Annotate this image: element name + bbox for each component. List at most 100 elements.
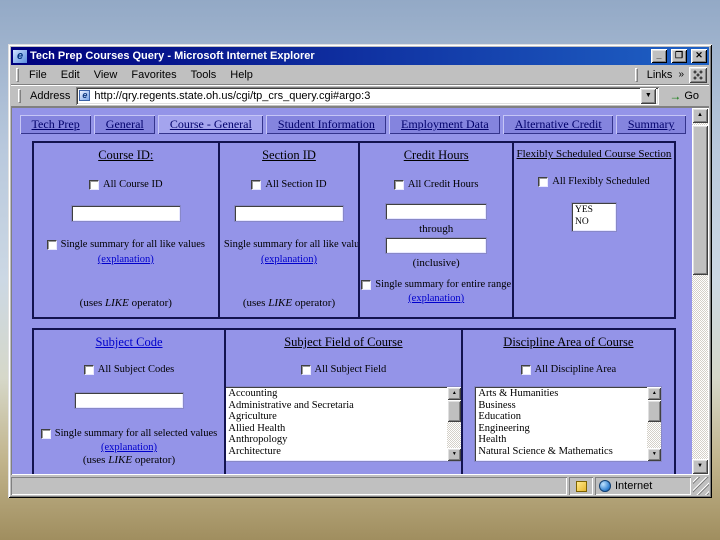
- resize-grip[interactable]: [693, 477, 709, 495]
- list-option[interactable]: YES: [575, 204, 616, 216]
- subject-code-input[interactable]: [75, 393, 183, 408]
- credit-hours-explanation-link[interactable]: (explanation): [408, 293, 464, 304]
- section-id-input[interactable]: [234, 206, 343, 221]
- checkbox-icon[interactable]: [361, 279, 372, 290]
- all-flexibly-scheduled-checkbox[interactable]: All Flexibly Scheduled: [538, 176, 650, 187]
- section-id-explanation-link[interactable]: (explanation): [261, 254, 317, 265]
- list-option[interactable]: Education: [478, 411, 647, 423]
- menu-favorites[interactable]: Favorites: [124, 67, 183, 83]
- tab-employment-data[interactable]: Employment Data: [389, 115, 501, 134]
- titlebar[interactable]: e Tech Prep Courses Query - Microsoft In…: [11, 47, 709, 65]
- list-option[interactable]: Accounting: [228, 388, 447, 400]
- list-option[interactable]: Arts & Humanities: [478, 388, 647, 400]
- scroll-thumb[interactable]: [647, 400, 662, 422]
- all-discipline-area-checkbox[interactable]: All Discipline Area: [520, 364, 617, 375]
- menubar: File Edit View Favorites Tools Help Link…: [11, 65, 709, 85]
- address-dropdown-button[interactable]: ▼: [640, 87, 657, 104]
- page-scrollbar[interactable]: ▲ ▼: [692, 108, 708, 474]
- flexibly-scheduled-listbox[interactable]: YES NO: [571, 203, 616, 231]
- list-option[interactable]: Allied Health: [228, 423, 447, 435]
- minimize-button[interactable]: _: [651, 49, 667, 63]
- address-label: Address: [30, 89, 71, 102]
- tab-student-information[interactable]: Student Information: [266, 115, 387, 134]
- all-subject-codes-checkbox[interactable]: All Subject Codes: [83, 364, 174, 375]
- checkbox-icon[interactable]: [89, 179, 100, 190]
- scroll-up-icon[interactable]: ▲: [692, 108, 708, 123]
- maximize-button[interactable]: ❐: [671, 49, 687, 63]
- scroll-thumb[interactable]: [447, 400, 461, 422]
- list-option[interactable]: Administrative and Secretaria: [228, 400, 447, 412]
- subject-code-heading-link[interactable]: Subject Code: [95, 335, 162, 350]
- all-subject-field-label: All Subject Field: [314, 364, 387, 375]
- subject-code-summary-checkbox[interactable]: Single summary for all selected values: [40, 428, 217, 439]
- all-credit-hours-checkbox[interactable]: All Credit Hours: [393, 179, 479, 190]
- all-flexibly-scheduled-label: All Flexibly Scheduled: [552, 176, 650, 187]
- checkbox-icon[interactable]: [251, 179, 262, 190]
- links-toolbar-grip[interactable]: [634, 67, 638, 82]
- list-option[interactable]: Health: [478, 434, 647, 446]
- discipline-area-scrollbar[interactable]: ▲ ▼: [647, 387, 662, 461]
- subject-field-scrollbar[interactable]: ▲ ▼: [447, 387, 461, 461]
- course-id-input[interactable]: [71, 206, 180, 221]
- checkbox-icon[interactable]: [538, 176, 549, 187]
- scroll-down-icon[interactable]: ▼: [647, 448, 662, 461]
- list-option[interactable]: Engineering: [478, 423, 647, 435]
- address-url[interactable]: http://qry.regents.state.oh.us/cgi/tp_cr…: [94, 90, 636, 102]
- section-id-summary-checkbox[interactable]: Single summary for all like values: [219, 239, 358, 250]
- tab-tech-prep[interactable]: Tech Prep: [20, 115, 92, 134]
- list-option[interactable]: Anthropology: [228, 434, 447, 446]
- all-discipline-area-label: All Discipline Area: [534, 364, 617, 375]
- discipline-area-listbox[interactable]: Arts & Humanities Business Education Engine…: [475, 387, 662, 461]
- course-id-explanation-link[interactable]: (explanation): [98, 254, 154, 265]
- go-label: Go: [684, 89, 699, 102]
- checkbox-icon[interactable]: [393, 179, 404, 190]
- list-option[interactable]: NO: [575, 216, 616, 228]
- tab-course-general[interactable]: Course - General: [158, 115, 264, 134]
- scroll-up-icon[interactable]: ▲: [447, 387, 461, 400]
- tab-summary[interactable]: Summary: [616, 115, 687, 134]
- menu-view[interactable]: View: [87, 67, 125, 83]
- course-id-summary-checkbox[interactable]: Single summary for all like values: [46, 239, 205, 250]
- subject-code-explanation-link[interactable]: (explanation): [101, 442, 157, 453]
- credit-hours-from-input[interactable]: [386, 204, 487, 219]
- list-option[interactable]: Business: [478, 400, 647, 412]
- close-button[interactable]: ✕: [691, 49, 707, 63]
- browser-viewport: Tech Prep General Course - General Stude…: [11, 107, 709, 475]
- links-toolbar-label[interactable]: Links: [644, 67, 676, 83]
- checkbox-icon[interactable]: [300, 364, 311, 375]
- menu-tools[interactable]: Tools: [184, 67, 224, 83]
- chevron-right-icon[interactable]: »: [678, 69, 686, 80]
- address-input[interactable]: e http://qry.regents.state.oh.us/cgi/tp_…: [76, 86, 660, 105]
- credit-hours-to-input[interactable]: [386, 238, 487, 253]
- list-option[interactable]: Natural Science & Mathematics: [478, 446, 647, 458]
- scrollbar-thumb[interactable]: [692, 125, 708, 275]
- all-credit-hours-label: All Credit Hours: [407, 179, 479, 190]
- scroll-up-icon[interactable]: ▲: [647, 387, 662, 400]
- checkbox-icon[interactable]: [46, 239, 57, 250]
- all-subject-field-checkbox[interactable]: All Subject Field: [300, 364, 387, 375]
- scroll-down-icon[interactable]: ▼: [692, 459, 708, 474]
- discipline-area-options: Arts & Humanities Business Education Engine…: [475, 387, 647, 461]
- scrollbar-track[interactable]: [692, 123, 708, 459]
- menu-file[interactable]: File: [22, 67, 54, 83]
- checkbox-icon[interactable]: [40, 428, 51, 439]
- query-tabs: Tech Prep General Course - General Stude…: [20, 115, 687, 134]
- subject-query-box: Subject Code All Subject Codes Single su…: [32, 328, 676, 474]
- list-option[interactable]: Architecture: [228, 446, 447, 458]
- checkbox-icon[interactable]: [83, 364, 94, 375]
- menu-help[interactable]: Help: [223, 67, 260, 83]
- list-option[interactable]: Agriculture: [228, 411, 447, 423]
- all-section-id-checkbox[interactable]: All Section ID: [251, 179, 327, 190]
- all-course-id-checkbox[interactable]: All Course ID: [89, 179, 163, 190]
- checkbox-icon[interactable]: [520, 364, 531, 375]
- credit-hours-summary-checkbox[interactable]: Single summary for entire range: [361, 279, 511, 290]
- tab-general[interactable]: General: [94, 115, 156, 134]
- all-section-id-label: All Section ID: [265, 179, 327, 190]
- menu-edit[interactable]: Edit: [54, 67, 87, 83]
- go-button[interactable]: → Go: [663, 88, 705, 104]
- addressbar-grip[interactable]: [18, 88, 21, 103]
- tab-alternative-credit[interactable]: Alternative Credit: [503, 115, 614, 134]
- toolbar-grip[interactable]: [16, 67, 19, 82]
- scroll-down-icon[interactable]: ▼: [447, 448, 461, 461]
- subject-field-listbox[interactable]: Accounting Administrative and Secretaria A…: [226, 387, 461, 461]
